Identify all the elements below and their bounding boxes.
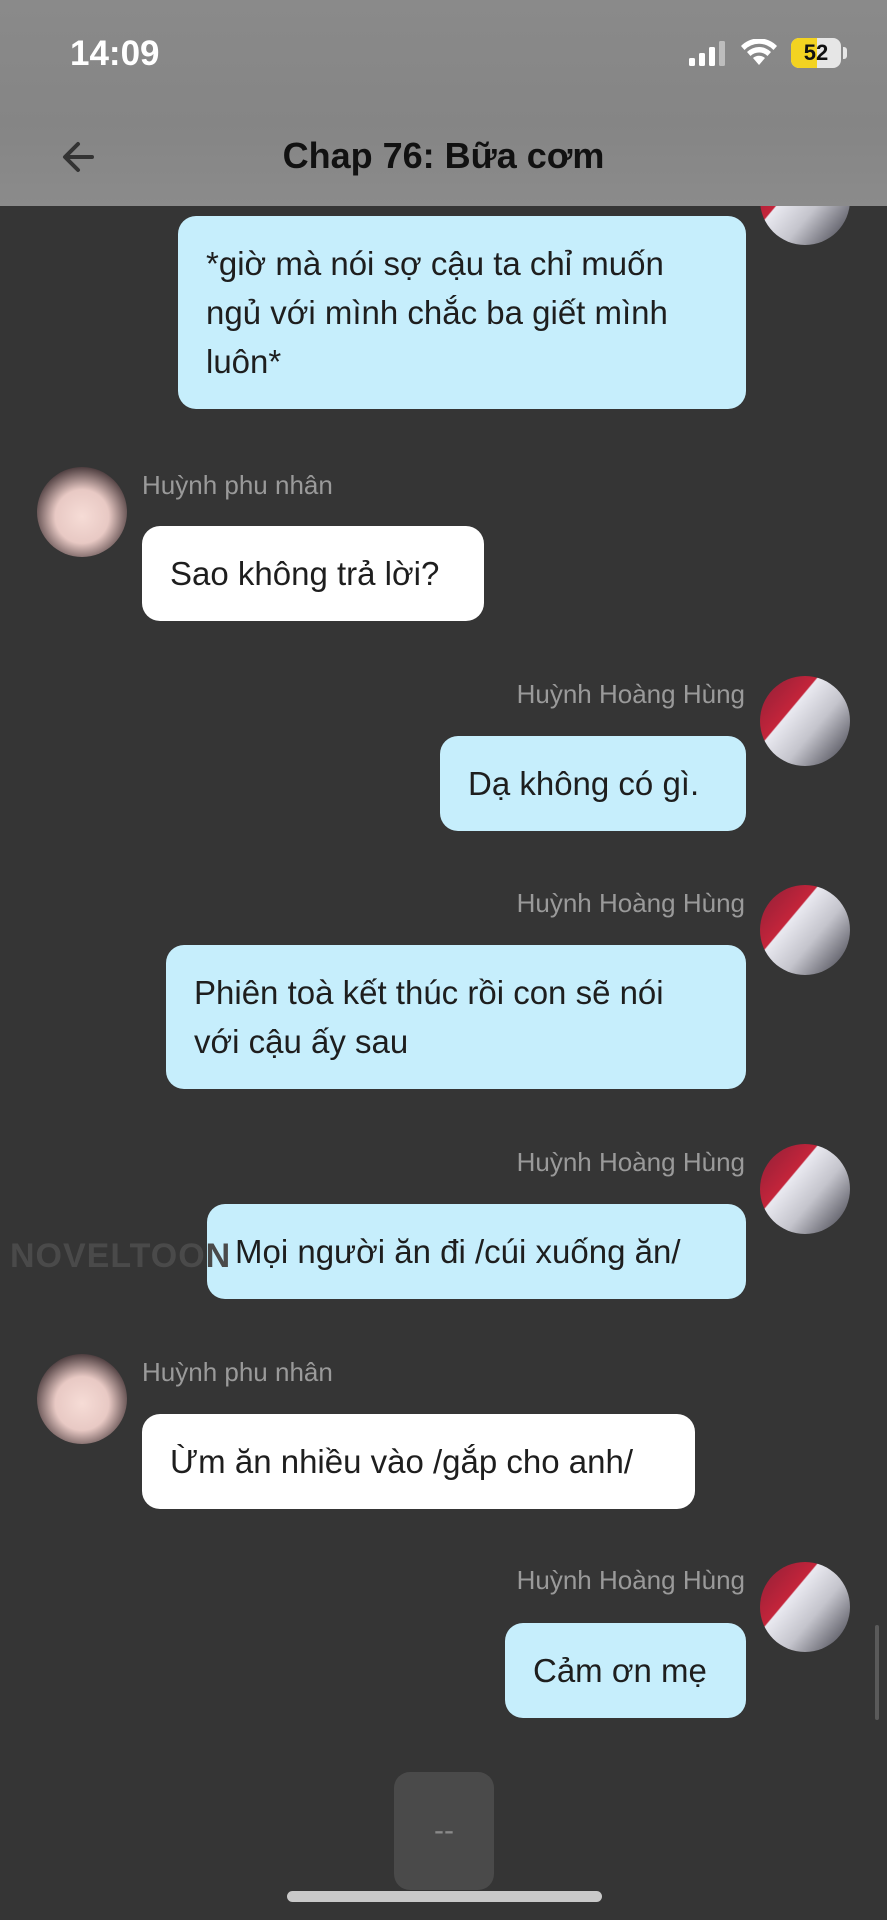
sender-name: Huỳnh phu nhân	[142, 470, 333, 500]
bottom-nav-button[interactable]: --	[394, 1772, 494, 1890]
message-bubble: Mọi người ăn đi /cúi xuống ăn/	[207, 1204, 746, 1299]
home-indicator[interactable]	[287, 1891, 602, 1902]
sender-name: Huỳnh Hoàng Hùng	[516, 679, 745, 709]
message-bubble: Dạ không có gì.	[440, 736, 746, 831]
avatar	[760, 1562, 850, 1652]
top-bar: 14:09 52 Chap 76: Bữa cơm	[0, 0, 887, 206]
cellular-signal-icon	[689, 41, 725, 66]
avatar	[760, 885, 850, 975]
battery-level: 52	[803, 40, 829, 65]
watermark-logo: NOVELTOON	[10, 1237, 232, 1275]
avatar	[37, 467, 127, 557]
battery-icon: 52	[791, 38, 841, 68]
battery-tip	[843, 47, 847, 59]
message-bubble: *giờ mà nói sợ cậu ta chỉ muốn ngủ với m…	[178, 216, 746, 409]
avatar	[760, 1144, 850, 1234]
sender-name: Huỳnh Hoàng Hùng	[516, 1565, 745, 1595]
status-time: 14:09	[70, 34, 160, 73]
chapter-title: Chap 76: Bữa cơm	[282, 135, 605, 176]
status-icons: 52	[689, 38, 847, 68]
scrollbar[interactable]	[875, 1625, 879, 1720]
message-bubble: Sao không trả lời?	[142, 526, 484, 621]
message-bubble: Ừm ăn nhiều vào /gắp cho anh/	[142, 1414, 695, 1509]
message-bubble: Phiên toà kết thúc rồi con sẽ nói với cậ…	[166, 945, 746, 1089]
message-bubble: Cảm ơn mẹ	[505, 1623, 746, 1718]
avatar	[760, 676, 850, 766]
sender-name: Huỳnh phu nhân	[142, 1357, 333, 1387]
sender-name: Huỳnh Hoàng Hùng	[516, 1147, 745, 1177]
wifi-icon	[741, 39, 777, 65]
sender-name: Huỳnh Hoàng Hùng	[516, 888, 745, 918]
avatar	[37, 1354, 127, 1444]
